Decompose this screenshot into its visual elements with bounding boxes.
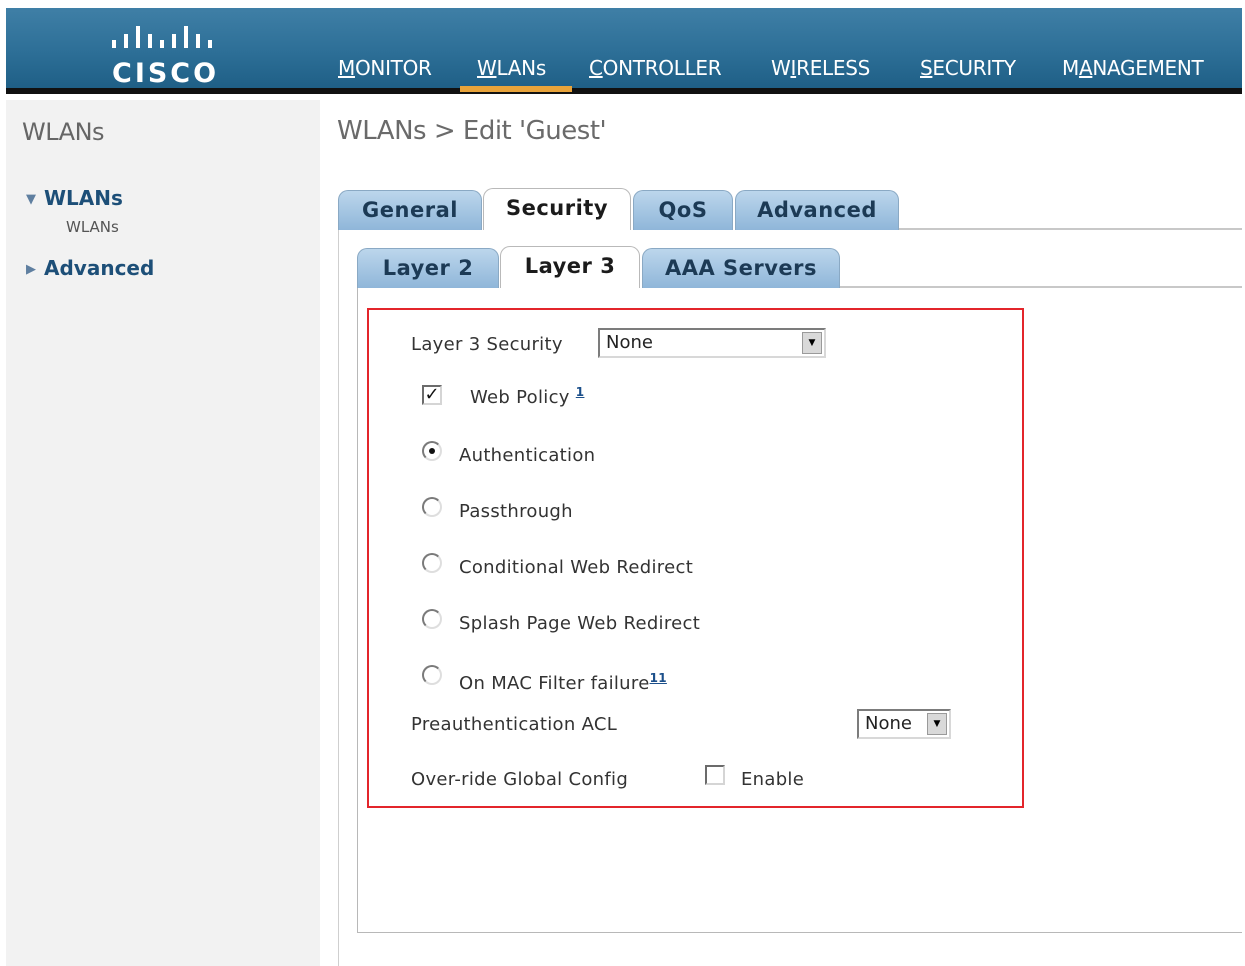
nav-active-indicator (460, 86, 572, 92)
subtab-layer2[interactable]: Layer 2 (357, 248, 499, 288)
conditional-web-redirect-label: Conditional Web Redirect (459, 557, 694, 578)
radio-passthrough[interactable] (422, 497, 442, 517)
page-title: WLANs > Edit 'Guest' (337, 116, 607, 146)
cisco-bars-icon (112, 26, 212, 48)
subtab-aaa-servers[interactable]: AAA Servers (642, 248, 840, 288)
on-mac-filter-failure-label: On MAC Filter failure11 (459, 671, 667, 694)
web-policy-footnote[interactable]: 1 (576, 385, 585, 399)
radio-authentication[interactable] (422, 441, 442, 461)
override-enable-checkbox[interactable] (705, 765, 725, 785)
cisco-logo: CISCO (98, 18, 238, 89)
preauth-acl-select[interactable]: None ▼ (857, 709, 951, 739)
nav-management[interactable]: MANAGEMENT (1062, 56, 1204, 80)
tab-advanced[interactable]: Advanced (735, 190, 899, 230)
sidebar-item-wlans[interactable]: ▼ WLANs (26, 186, 123, 210)
subtab-layer3[interactable]: Layer 3 (500, 246, 640, 288)
dropdown-arrow-icon: ▼ (927, 713, 947, 735)
left-sidebar: WLANs ▼ WLANs WLANs ▶ Advanced (6, 100, 320, 966)
override-enable-label: Enable (741, 769, 805, 790)
top-header-bar: CISCO MONITOR WLANs CONTROLLER WIRELESS … (6, 8, 1242, 94)
web-policy-checkbox[interactable]: ✓ (422, 385, 442, 405)
layer3-security-value: None (606, 332, 653, 353)
tab-general[interactable]: General (338, 190, 482, 230)
layer3-security-select[interactable]: None ▼ (598, 328, 826, 358)
nav-monitor[interactable]: MONITOR (338, 56, 432, 80)
sidebar-item-advanced[interactable]: ▶ Advanced (26, 256, 154, 280)
preauth-acl-label: Preauthentication ACL (411, 714, 618, 735)
radio-conditional-web-redirect[interactable] (422, 553, 442, 573)
mac-filter-footnote[interactable]: 11 (650, 671, 667, 685)
tab-security[interactable]: Security (483, 188, 631, 230)
override-global-config-label: Over-ride Global Config (411, 769, 629, 790)
preauth-acl-value: None (865, 713, 912, 734)
nav-controller[interactable]: CONTROLLER (589, 56, 722, 80)
cisco-wordmark: CISCO (112, 58, 220, 89)
nav-wlans[interactable]: WLANs (477, 56, 546, 80)
web-policy-label: Web Policy 1 (470, 385, 585, 408)
radio-on-mac-filter-failure[interactable] (422, 665, 442, 685)
layer3-security-label: Layer 3 Security (411, 334, 563, 355)
sidebar-title: WLANs (22, 118, 105, 146)
triangle-right-icon: ▶ (26, 262, 36, 277)
passthrough-label: Passthrough (459, 501, 573, 522)
tab-qos[interactable]: QoS (633, 190, 733, 230)
authentication-label: Authentication (459, 445, 596, 466)
sidebar-subitem-wlans[interactable]: WLANs (66, 218, 119, 236)
radio-splash-page-web-redirect[interactable] (422, 609, 442, 629)
triangle-down-icon: ▼ (26, 192, 36, 207)
nav-security[interactable]: SECURITY (920, 56, 1016, 80)
dropdown-arrow-icon: ▼ (802, 332, 822, 354)
splash-page-web-redirect-label: Splash Page Web Redirect (459, 613, 701, 634)
nav-wireless[interactable]: WIRELESS (771, 56, 870, 80)
